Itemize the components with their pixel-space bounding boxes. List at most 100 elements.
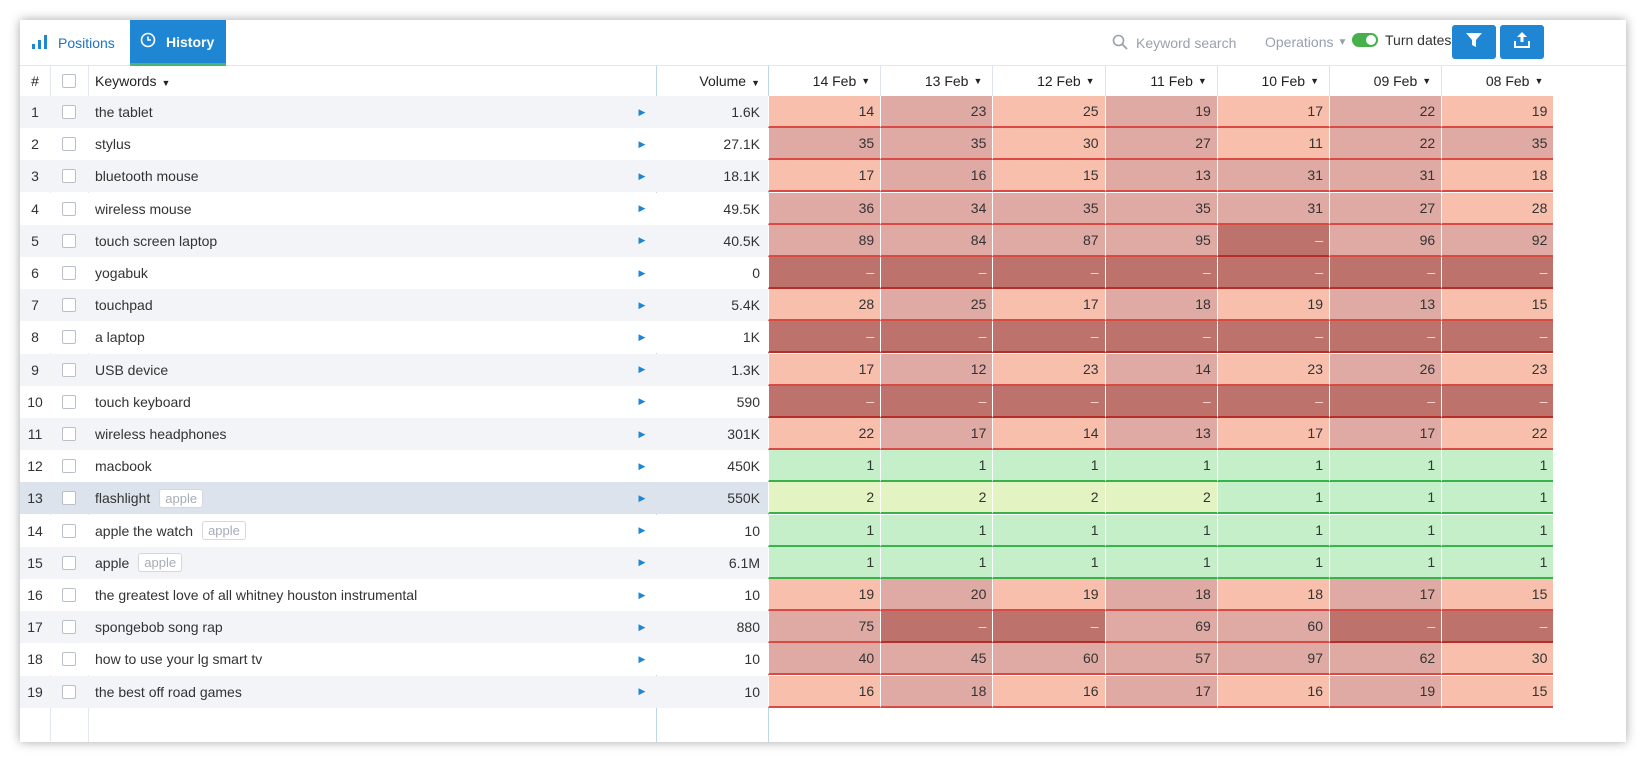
row-checkbox[interactable] <box>50 611 88 643</box>
keyword-tag[interactable]: apple <box>138 553 183 573</box>
row-checkbox[interactable] <box>50 418 88 450</box>
expand-arrow-icon[interactable]: ▶ <box>632 515 652 547</box>
column-header-date[interactable]: 10 Feb ▼ <box>1216 66 1329 96</box>
expand-arrow-icon[interactable]: ▶ <box>632 547 652 579</box>
keyword-search[interactable]: Keyword search <box>1112 32 1236 54</box>
expand-arrow-icon[interactable]: ▶ <box>632 128 652 160</box>
expand-arrow-icon[interactable]: ▶ <box>632 579 652 611</box>
export-button[interactable] <box>1500 25 1544 59</box>
expand-arrow-icon[interactable]: ▶ <box>632 289 652 321</box>
table-row[interactable]: 15 apple apple ▶ 6.1M 1 1 1 1 1 1 1 <box>20 546 1626 579</box>
expand-arrow-icon[interactable]: ▶ <box>632 386 652 418</box>
tab-history[interactable]: History <box>130 20 226 66</box>
row-checkbox[interactable] <box>50 354 88 386</box>
turn-dates-toggle[interactable]: Turn dates <box>1352 32 1451 48</box>
expand-arrow-icon[interactable]: ▶ <box>632 225 652 257</box>
row-checkbox[interactable] <box>50 321 88 353</box>
position-cell: – <box>1329 321 1442 354</box>
volume-cell: 10 <box>744 587 760 603</box>
table-row[interactable]: 1 the tablet ▶ 1.6K 14 23 25 19 17 22 19 <box>20 96 1626 128</box>
column-header-date[interactable]: 13 Feb ▼ <box>880 66 992 96</box>
keyword-cell: apple apple <box>88 547 656 579</box>
column-header-keywords[interactable]: Keywords ▼ <box>88 73 656 89</box>
row-checkbox[interactable] <box>50 482 88 514</box>
position-cell: – <box>1104 385 1217 418</box>
position-cell: 19 <box>1216 289 1329 322</box>
position-cell: 92 <box>1441 224 1554 257</box>
keyword-tag[interactable]: apple <box>159 488 204 508</box>
row-checkbox[interactable] <box>50 386 88 418</box>
row-number: 3 <box>31 168 39 185</box>
table-row[interactable]: 19 the best off road games ▶ 10 16 18 16 17 16 19… <box>20 675 1626 708</box>
position-cell: – <box>992 321 1105 354</box>
position-cell: 19 <box>1104 96 1217 128</box>
table-row[interactable]: 11 wireless headphones ▶ 301K 22 17 14 13 17 17 22 <box>20 418 1626 450</box>
table-row[interactable]: 16 the greatest love of all whitney houst… <box>20 579 1626 611</box>
position-cell: 31 <box>1216 192 1329 225</box>
row-checkbox[interactable] <box>50 225 88 257</box>
row-checkbox[interactable] <box>50 128 88 160</box>
column-header-date[interactable]: 08 Feb ▼ <box>1441 66 1553 96</box>
row-checkbox[interactable] <box>50 96 88 128</box>
tab-positions[interactable]: Positions <box>28 20 138 66</box>
expand-arrow-icon[interactable]: ▶ <box>632 257 652 289</box>
row-checkbox[interactable] <box>50 289 88 321</box>
expand-arrow-icon[interactable]: ▶ <box>632 193 652 225</box>
table-row[interactable]: 14 apple the watch apple ▶ 10 1 1 1 1 1 1 1 <box>20 514 1626 547</box>
table-row[interactable]: 17 spongebob song rap ▶ 880 75– –69 60– – <box>20 611 1626 644</box>
row-number: 19 <box>27 683 43 700</box>
row-checkbox[interactable] <box>50 515 88 547</box>
select-all-checkbox[interactable] <box>50 74 88 88</box>
row-checkbox[interactable] <box>50 160 88 192</box>
filter-button[interactable] <box>1452 25 1496 59</box>
table-row[interactable]: 9 USB device ▶ 1.3K 17 12 23 14 23 26 23 <box>20 353 1626 386</box>
keyword-tag[interactable]: apple <box>202 521 246 541</box>
table-row[interactable]: 8a laptop ▶ 1K – – – – – – – <box>20 321 1626 354</box>
table-row[interactable]: 2 stylus ▶ 27.1K 35 35 30 27 11 22 35 <box>20 128 1626 161</box>
row-checkbox[interactable] <box>50 450 88 482</box>
expand-arrow-icon[interactable]: ▶ <box>632 450 652 482</box>
keyword-search-input[interactable]: Keyword search <box>1136 35 1236 51</box>
row-checkbox[interactable] <box>50 547 88 579</box>
expand-arrow-icon[interactable]: ▶ <box>632 482 652 514</box>
expand-arrow-icon[interactable]: ▶ <box>632 354 652 386</box>
keyword-text: the tablet <box>95 104 153 120</box>
column-header-date[interactable]: 12 Feb ▼ <box>992 66 1104 96</box>
table-row[interactable]: 18 how to use your lg smart tv ▶ 10 40 45 60 57… <box>20 643 1626 676</box>
table-row[interactable]: 10 touch keyboard ▶ 590– – – – – – – <box>20 385 1626 418</box>
column-header-date-label: 11 Feb <box>1150 73 1193 89</box>
position-cell: 1 <box>1216 514 1329 547</box>
column-header-volume[interactable]: Volume ▼ <box>656 73 768 89</box>
table-row[interactable]: 13 flashlight apple ▶ 550K 2 2 2 2 1 1 1 <box>20 482 1626 515</box>
table-row[interactable]: 7 touchpad ▶ 5.4K 28 25 17 18 19 13 15 <box>20 289 1626 322</box>
position-cell: 26 <box>1329 353 1442 386</box>
toggle-switch[interactable] <box>1352 33 1378 47</box>
expand-arrow-icon[interactable]: ▶ <box>632 418 652 450</box>
row-checkbox[interactable] <box>50 257 88 289</box>
row-checkbox[interactable] <box>50 579 88 611</box>
table-row[interactable]: 4 wireless mouse ▶ 49.5K 36 34 35 35 31 27 28 <box>20 192 1626 225</box>
expand-arrow-icon[interactable]: ▶ <box>632 321 652 353</box>
position-cell: 96 <box>1329 224 1442 257</box>
expand-arrow-icon[interactable]: ▶ <box>632 611 652 643</box>
table-row[interactable]: 3 bluetooth mouse ▶ 18.1K 17 16 15 13 31 31 18 <box>20 160 1626 193</box>
position-cell: 1 <box>768 546 881 579</box>
keyword-cell: touchpad <box>88 289 656 321</box>
column-header-date[interactable]: 11 Feb ▼ <box>1104 66 1217 96</box>
position-cell: 25 <box>992 96 1105 128</box>
table-row[interactable]: 6 yogabuk ▶ 0– – – – – – – <box>20 257 1626 289</box>
row-checkbox[interactable] <box>50 193 88 225</box>
expand-arrow-icon[interactable]: ▶ <box>632 160 652 192</box>
position-cell: – <box>1216 321 1329 354</box>
expand-arrow-icon[interactable]: ▶ <box>632 676 652 708</box>
column-header-date[interactable]: 14 Feb ▼ <box>768 66 880 96</box>
column-header-date[interactable]: 09 Feb ▼ <box>1329 66 1441 96</box>
expand-arrow-icon[interactable]: ▶ <box>632 96 652 128</box>
table-row[interactable]: 12 macbook ▶ 450K 1 1 1 1 1 1 1 <box>20 450 1626 483</box>
expand-arrow-icon[interactable]: ▶ <box>632 643 652 675</box>
position-cell: 15 <box>992 160 1105 193</box>
row-checkbox[interactable] <box>50 676 88 708</box>
row-checkbox[interactable] <box>50 643 88 675</box>
table-row[interactable]: 5 touch screen laptop ▶ 40.5K 89 84 87 95–96 92 <box>20 224 1626 257</box>
operations-dropdown[interactable]: Operations ▼ <box>1265 34 1347 50</box>
